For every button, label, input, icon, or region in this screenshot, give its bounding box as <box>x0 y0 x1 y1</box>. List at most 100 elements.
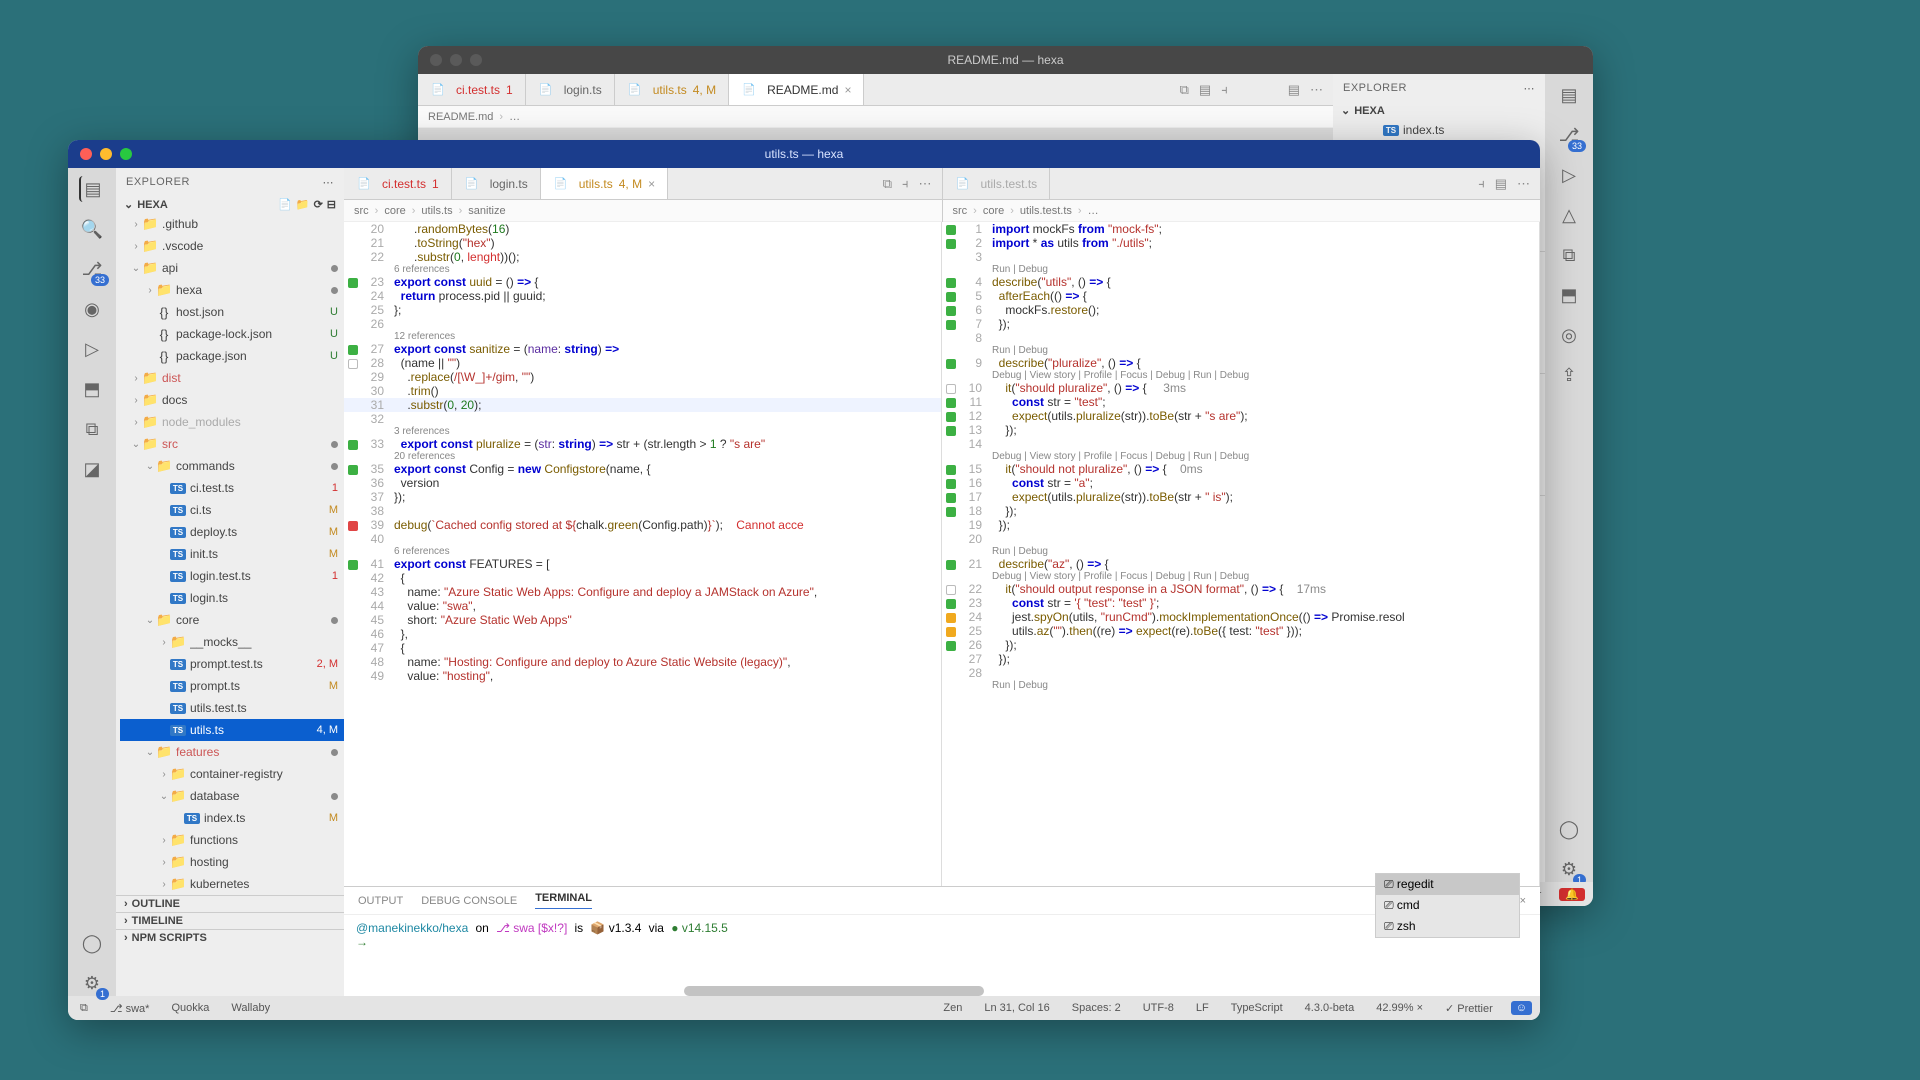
refresh-icon[interactable]: ⟳ <box>314 198 323 211</box>
terminal-tab[interactable]: OUTPUT <box>358 895 403 907</box>
lang[interactable]: TypeScript <box>1227 1002 1287 1014</box>
tree-item[interactable]: TSindex.tsM <box>120 807 344 829</box>
bookmark-icon[interactable]: ◪ <box>79 456 105 482</box>
debug-icon[interactable]: ▷ <box>79 336 105 362</box>
tree-item[interactable]: ›📁kubernetes <box>120 873 344 895</box>
spaces[interactable]: Spaces: 2 <box>1068 1002 1125 1014</box>
scm-icon[interactable]: ⎇33 <box>79 256 105 282</box>
tab[interactable]: 📄utils.ts 4, M <box>615 74 729 105</box>
quokka[interactable]: Quokka <box>167 1002 213 1014</box>
tree-item[interactable]: ›📁.github <box>120 213 344 235</box>
github-icon[interactable]: ◉ <box>79 296 105 322</box>
gear-icon[interactable]: ⚙1 <box>1556 856 1582 882</box>
tree-item[interactable]: ⌄📁src <box>120 433 344 455</box>
breadcrumb-left[interactable]: src › core › utils.ts › sanitize <box>344 200 942 222</box>
bell-icon[interactable]: 🔔 <box>1559 888 1585 901</box>
tab[interactable]: 📄ci.test.ts 1 <box>344 168 452 199</box>
remote-icon[interactable]: ⧉ <box>76 1002 92 1015</box>
tree-item[interactable]: TSutils.test.ts <box>120 697 344 719</box>
terminal-list-item[interactable]: ⎚ regedit <box>1376 874 1519 895</box>
zen[interactable]: Zen <box>939 1002 966 1014</box>
tree-item[interactable]: ›📁hosting <box>120 851 344 873</box>
terminal-tab[interactable]: TERMINAL <box>535 892 592 909</box>
triangle-icon[interactable]: △ <box>1556 202 1582 228</box>
scrollbar-thumb[interactable] <box>684 986 984 996</box>
account-icon[interactable]: ◯ <box>79 930 105 956</box>
tree-item[interactable]: TSutils.ts4, M <box>120 719 344 741</box>
tree-item[interactable]: TSdeploy.tsM <box>120 521 344 543</box>
tree-item[interactable]: TSci.tsM <box>120 499 344 521</box>
tree-item[interactable]: {}host.jsonU <box>120 301 344 323</box>
terminal[interactable]: @manekinekko/hexa on ⎇ swa [$x!?] is 📦 v… <box>344 915 1540 996</box>
zoom-window-icon[interactable] <box>120 148 132 160</box>
npm-section[interactable]: NPM SCRIPTS <box>132 932 207 944</box>
terminal-list[interactable]: ⎚ regedit⎚ cmd⎚ zsh <box>1375 873 1520 938</box>
tree-item[interactable]: ⌄📁core <box>120 609 344 631</box>
account-icon[interactable]: ◯ <box>1556 816 1582 842</box>
tree-item[interactable]: TSlogin.test.ts1 <box>120 565 344 587</box>
tree-item[interactable]: ›📁__mocks__ <box>120 631 344 653</box>
debug-icon2[interactable]: ▷ <box>1556 162 1582 188</box>
zoom[interactable]: 42.99% <box>1376 1002 1413 1014</box>
files-icon[interactable]: ▤ <box>79 176 105 202</box>
tree-item[interactable]: TSlogin.ts <box>120 587 344 609</box>
test-icon[interactable]: ⧉ <box>79 416 105 442</box>
new-file-icon[interactable]: 📄 <box>278 198 292 211</box>
close-window-icon[interactable] <box>80 148 92 160</box>
breadcrumb[interactable]: README.md › … <box>418 106 1333 128</box>
tab[interactable]: 📄login.ts <box>452 168 541 199</box>
editor-left[interactable]: 20 .randomBytes(16)21 .toString("hex")22… <box>344 222 941 886</box>
tree-item[interactable]: ⌄📁database <box>120 785 344 807</box>
tab[interactable]: 📄ci.test.ts 1 <box>418 74 526 105</box>
more-icon[interactable]: ⋯ <box>1524 82 1536 95</box>
smiley-icon[interactable]: ☺ <box>1511 1001 1532 1015</box>
ts-version[interactable]: 4.3.0-beta <box>1301 1002 1359 1014</box>
tab[interactable]: 📄utils.ts 4, M× <box>541 168 668 199</box>
tree-item[interactable]: {}package-lock.jsonU <box>120 323 344 345</box>
search-icon[interactable]: 🔍 <box>79 216 105 242</box>
encoding[interactable]: UTF-8 <box>1139 1002 1178 1014</box>
tree-item[interactable]: ⌄📁features <box>120 741 344 763</box>
tree-item[interactable]: TSindex.ts <box>1333 119 1545 141</box>
scm-icon[interactable]: ⎇33 <box>1556 122 1582 148</box>
minimize-window-icon[interactable] <box>100 148 112 160</box>
ext2-icon[interactable]: ⬒ <box>1556 282 1582 308</box>
breadcrumb-right[interactable]: src › core › utils.test.ts › … <box>943 200 1541 222</box>
tree-item[interactable]: TSprompt.test.ts2, M <box>120 653 344 675</box>
prettier[interactable]: Prettier <box>1457 1003 1492 1015</box>
tab[interactable]: 📄README.md× <box>729 74 864 105</box>
wallaby[interactable]: Wallaby <box>227 1002 274 1014</box>
tree-item[interactable]: TSprompt.tsM <box>120 675 344 697</box>
circle-dot-icon[interactable]: ◎ <box>1556 322 1582 348</box>
titlebar[interactable]: utils.ts — hexa <box>68 140 1540 168</box>
terminal-tab[interactable]: DEBUG CONSOLE <box>421 895 517 907</box>
eol[interactable]: LF <box>1192 1002 1213 1014</box>
files-icon[interactable]: ▤ <box>1556 82 1582 108</box>
test-icon[interactable]: ⧉ <box>1556 242 1582 268</box>
tree-item[interactable]: ›📁.vscode <box>120 235 344 257</box>
titlebar[interactable]: README.md — hexa <box>418 46 1593 74</box>
tab[interactable]: 📄login.ts <box>526 74 615 105</box>
tree-item[interactable]: ›📁container-registry <box>120 763 344 785</box>
timeline-section[interactable]: TIMELINE <box>132 915 183 927</box>
tree-item[interactable]: ›📁node_modules <box>120 411 344 433</box>
more-icon[interactable]: ⋯ <box>323 176 335 189</box>
tree-item[interactable]: ›📁docs <box>120 389 344 411</box>
project-name[interactable]: HEXA <box>137 199 168 211</box>
tree-item[interactable]: ⌄📁commands <box>120 455 344 477</box>
tree-item[interactable]: ›📁functions <box>120 829 344 851</box>
ext-icon[interactable]: ⬒ <box>79 376 105 402</box>
tree-item[interactable]: ⌄📁api <box>120 257 344 279</box>
gear-icon[interactable]: ⚙1 <box>79 970 105 996</box>
tree-item[interactable]: TSci.test.ts1 <box>120 477 344 499</box>
outline-section[interactable]: OUTLINE <box>132 898 180 910</box>
cursor-pos[interactable]: Ln 31, Col 16 <box>980 1002 1053 1014</box>
terminal-list-item[interactable]: ⎚ zsh <box>1376 916 1519 937</box>
new-folder-icon[interactable]: 📁 <box>296 198 310 211</box>
tree-item[interactable]: {}package.jsonU <box>120 345 344 367</box>
tree-item[interactable]: ›📁hexa <box>120 279 344 301</box>
tree-item[interactable]: TSinit.tsM <box>120 543 344 565</box>
terminal-list-item[interactable]: ⎚ cmd <box>1376 895 1519 916</box>
editor-right[interactable]: 1import mockFs from "mock-fs";2import * … <box>942 222 1539 886</box>
tab[interactable]: 📄utils.test.ts <box>943 168 1051 199</box>
